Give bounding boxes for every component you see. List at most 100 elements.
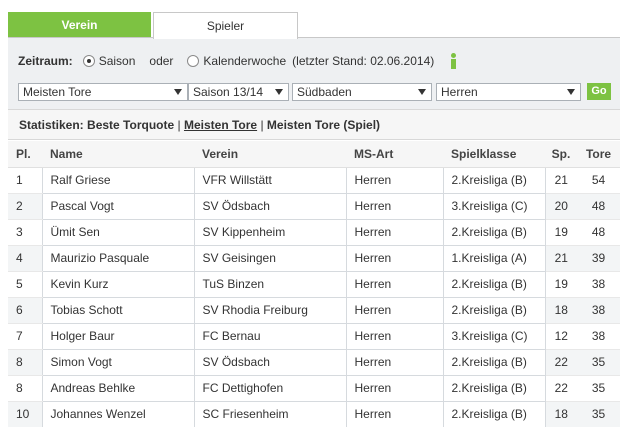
cell-spielklasse[interactable]: 2.Kreisliga (B) bbox=[442, 348, 546, 376]
cell-spielklasse[interactable]: 2.Kreisliga (B) bbox=[442, 166, 546, 194]
cell-pl: 7 bbox=[8, 323, 42, 350]
cell-tore: 54 bbox=[577, 167, 620, 194]
table-row[interactable]: 2 Pascal Vogt SV Ödsbach Herren 3.Kreisl… bbox=[8, 192, 620, 220]
cell-msart: Herren bbox=[345, 218, 444, 246]
cell-sp: 19 bbox=[545, 219, 577, 246]
mannschaftsart-select-value: Herren bbox=[441, 85, 478, 99]
cell-verein[interactable]: SV Rhodia Freiburg bbox=[193, 296, 347, 324]
cell-msart: Herren bbox=[345, 374, 444, 402]
table-row[interactable]: 10 Johannes Wenzel SC Friesenheim Herren… bbox=[8, 400, 620, 427]
cell-spielklasse[interactable]: 2.Kreisliga (B) bbox=[442, 270, 546, 298]
cell-sp: 20 bbox=[545, 193, 577, 220]
header-pl[interactable]: Pl. bbox=[8, 141, 42, 168]
table-header-row: Pl. Name Verein MS-Art Spielklasse Sp. T… bbox=[8, 141, 620, 168]
cell-msart: Herren bbox=[345, 270, 444, 298]
cell-msart: Herren bbox=[345, 296, 444, 324]
table-row[interactable]: 8 Simon Vogt SV Ödsbach Herren 2.Kreisli… bbox=[8, 348, 620, 376]
cell-verein[interactable]: TuS Binzen bbox=[193, 270, 347, 298]
cell-verein[interactable]: SV Kippenheim bbox=[193, 218, 347, 246]
cell-sp: 18 bbox=[545, 401, 577, 427]
cell-spielklasse[interactable]: 2.Kreisliga (B) bbox=[442, 296, 546, 324]
tab-spieler[interactable]: Spieler bbox=[153, 12, 298, 39]
header-tore[interactable]: Tore bbox=[577, 141, 620, 168]
header-msart[interactable]: MS-Art bbox=[346, 141, 443, 168]
verband-select[interactable]: Südbaden bbox=[292, 83, 432, 101]
cell-verein[interactable]: SV Ödsbach bbox=[193, 192, 347, 220]
cell-pl: 2 bbox=[8, 193, 42, 220]
cell-name[interactable]: Holger Baur bbox=[41, 322, 195, 350]
cell-msart: Herren bbox=[345, 348, 444, 376]
link-beste-torquote[interactable]: Beste Torquote bbox=[87, 118, 174, 132]
table-row[interactable]: 4 Maurizio Pasquale SV Geisingen Herren … bbox=[8, 244, 620, 272]
scorer-table: Pl. Name Verein MS-Art Spielklasse Sp. T… bbox=[8, 141, 620, 427]
link-meisten-tore[interactable]: Meisten Tore bbox=[184, 118, 257, 132]
header-verein[interactable]: Verein bbox=[194, 141, 346, 168]
cell-msart: Herren bbox=[345, 322, 444, 350]
table-row[interactable]: 3 Ümit Sen SV Kippenheim Herren 2.Kreisl… bbox=[8, 218, 620, 246]
table-row[interactable]: 5 Kevin Kurz TuS Binzen Herren 2.Kreisli… bbox=[8, 270, 620, 298]
cell-spielklasse[interactable]: 2.Kreisliga (B) bbox=[442, 400, 546, 427]
filter-panel: Zeitraum: Saison oder Kalenderwoche (let… bbox=[8, 37, 620, 109]
cell-name[interactable]: Ümit Sen bbox=[41, 218, 195, 246]
tab-bar: Verein Spieler bbox=[8, 12, 620, 39]
cell-name[interactable]: Andreas Behlke bbox=[41, 374, 195, 402]
go-button[interactable]: Go bbox=[587, 83, 611, 100]
separator: | bbox=[260, 118, 264, 132]
cell-spielklasse[interactable]: 2.Kreisliga (B) bbox=[442, 218, 546, 246]
mannschaftsart-select[interactable]: Herren bbox=[436, 83, 581, 101]
cell-name[interactable]: Maurizio Pasquale bbox=[41, 244, 195, 272]
kalenderwoche-radio[interactable] bbox=[187, 55, 200, 67]
cell-tore: 39 bbox=[577, 245, 620, 272]
saison-select[interactable]: Saison 13/14 bbox=[188, 83, 289, 101]
cell-name[interactable]: Simon Vogt bbox=[41, 348, 195, 376]
cell-sp: 12 bbox=[545, 323, 577, 350]
cell-verein[interactable]: VFR Willstätt bbox=[193, 166, 347, 194]
cell-tore: 48 bbox=[577, 193, 620, 220]
cell-spielklasse[interactable]: 1.Kreisliga (A) bbox=[442, 244, 546, 272]
tab-verein[interactable]: Verein bbox=[8, 12, 151, 38]
cell-name[interactable]: Kevin Kurz bbox=[41, 270, 195, 298]
table-row[interactable]: 7 Holger Baur FC Bernau Herren 3.Kreisli… bbox=[8, 322, 620, 350]
cell-pl: 8 bbox=[8, 349, 42, 376]
cell-verein[interactable]: SC Friesenheim bbox=[193, 400, 347, 427]
table-row[interactable]: 8 Andreas Behlke FC Dettighofen Herren 2… bbox=[8, 374, 620, 402]
saison-radio[interactable] bbox=[82, 55, 95, 67]
header-name[interactable]: Name bbox=[42, 141, 194, 168]
oder-text: oder bbox=[149, 54, 174, 68]
cell-pl: 8 bbox=[8, 375, 42, 402]
kalenderwoche-radio-label[interactable]: Kalenderwoche bbox=[203, 54, 286, 68]
table-row[interactable]: 1 Ralf Griese VFR Willstätt Herren 2.Kre… bbox=[8, 166, 620, 194]
saison-select-value: Saison 13/14 bbox=[193, 85, 264, 99]
header-sp[interactable]: Sp. bbox=[545, 141, 577, 168]
cell-tore: 38 bbox=[577, 323, 620, 350]
separator: | bbox=[177, 118, 181, 132]
header-spielklasse[interactable]: Spielklasse bbox=[443, 141, 545, 168]
cell-spielklasse[interactable]: 3.Kreisliga (C) bbox=[442, 192, 546, 220]
cell-name[interactable]: Johannes Wenzel bbox=[41, 400, 195, 427]
cell-spielklasse[interactable]: 3.Kreisliga (C) bbox=[442, 322, 546, 350]
cell-name[interactable]: Ralf Griese bbox=[41, 166, 195, 194]
cell-verein[interactable]: SV Geisingen bbox=[193, 244, 347, 272]
cell-verein[interactable]: FC Bernau bbox=[193, 322, 347, 350]
cell-verein[interactable]: FC Dettighofen bbox=[193, 374, 347, 402]
table-row[interactable]: 6 Tobias Schott SV Rhodia Freiburg Herre… bbox=[8, 296, 620, 324]
cell-name[interactable]: Tobias Schott bbox=[41, 296, 195, 324]
statistik-select-value: Meisten Tore bbox=[23, 85, 92, 99]
cell-tore: 35 bbox=[577, 349, 620, 376]
cell-sp: 21 bbox=[545, 245, 577, 272]
cell-pl: 1 bbox=[8, 167, 42, 194]
link-meisten-tore-spiel[interactable]: Meisten Tore (Spiel) bbox=[267, 118, 380, 132]
statistics-links: Statistiken: Beste Torquote | Meisten To… bbox=[8, 109, 620, 140]
info-icon[interactable] bbox=[448, 53, 458, 69]
cell-tore: 48 bbox=[577, 219, 620, 246]
cell-name[interactable]: Pascal Vogt bbox=[41, 192, 195, 220]
saison-radio-label[interactable]: Saison bbox=[99, 54, 136, 68]
cell-verein[interactable]: SV Ödsbach bbox=[193, 348, 347, 376]
zeitraum-label: Zeitraum: bbox=[18, 54, 73, 68]
chevron-down-icon bbox=[275, 89, 283, 95]
statistik-select[interactable]: Meisten Tore bbox=[18, 83, 188, 101]
cell-tore: 38 bbox=[577, 271, 620, 298]
last-update-text: (letzter Stand: 02.06.2014) bbox=[292, 54, 435, 68]
cell-msart: Herren bbox=[345, 166, 444, 194]
cell-spielklasse[interactable]: 2.Kreisliga (B) bbox=[442, 374, 546, 402]
